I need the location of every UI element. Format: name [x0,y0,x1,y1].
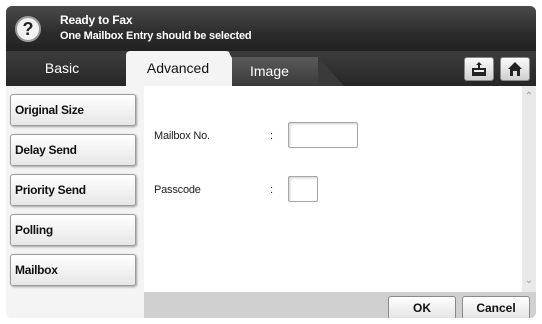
passcode-label: Passcode [154,184,201,196]
sidebar-item-mailbox[interactable]: Mailbox [10,254,136,286]
mailbox-colon: : [270,130,274,142]
sidebar-item-polling[interactable]: Polling [10,214,136,246]
tab-image[interactable]: Image [250,54,310,89]
status-bar: ? Ready to Fax One Mailbox Entry should … [6,6,536,56]
cancel-button[interactable]: Cancel [462,296,530,318]
scrollbar[interactable]: ⌃ ⌄ [522,86,536,292]
sidebar-item-priority-send[interactable]: Priority Send [10,174,136,206]
scroll-up-icon[interactable]: ⌃ [522,90,536,104]
status-title: Ready to Fax [60,13,133,27]
sidebar-item-delay-send[interactable]: Delay Send [10,134,136,166]
tab-bar: Basic Advanced Image [6,51,536,86]
mailbox-number-field[interactable] [288,122,358,148]
scroll-down-icon[interactable]: ⌄ [522,274,536,288]
sidebar-item-original-size[interactable]: Original Size [10,94,136,126]
passcode-colon: : [270,184,274,196]
ok-button[interactable]: OK [388,296,456,318]
sidebar: Original Size Delay Send Priority Send P… [6,86,144,318]
status-message: One Mailbox Entry should be selected [60,30,252,42]
help-icon[interactable]: ? [15,16,41,42]
content-area: Mailbox No. : Passcode : [144,86,522,292]
tab-advanced[interactable]: Advanced [126,51,230,86]
mailbox-number-label: Mailbox No. [154,130,210,142]
tab-image-edge [318,57,344,86]
tab-basic[interactable]: Basic [6,51,118,86]
job-status-button[interactable] [464,57,494,81]
fax-panel: ? Ready to Fax One Mailbox Entry should … [6,6,536,318]
passcode-field[interactable] [288,176,318,202]
home-icon [508,62,522,76]
job-status-icon [472,62,486,76]
home-button[interactable] [500,57,530,81]
